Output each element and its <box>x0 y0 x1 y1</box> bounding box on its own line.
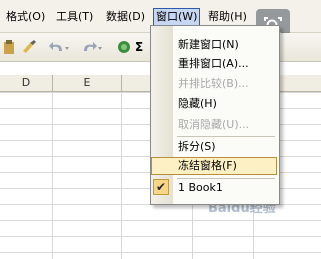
menu-data[interactable]: 数据(D) <box>104 9 147 25</box>
column-header-e[interactable]: E <box>53 75 122 91</box>
menu-item-compare-side-by-side[interactable]: 并排比较(B)... <box>178 76 249 92</box>
menu-format[interactable]: 格式(O) <box>4 9 47 25</box>
redo-icon[interactable] <box>80 39 102 55</box>
menu-window[interactable]: 窗口(W) <box>153 8 201 26</box>
column-header-d[interactable]: D <box>0 75 53 91</box>
menu-item-new-window[interactable]: 新建窗口(N) <box>178 37 239 53</box>
menu-icon-strip <box>151 26 173 204</box>
menu-separator <box>177 136 275 137</box>
menu-item-freeze-panes[interactable]: 冻结窗格(F) <box>178 158 237 174</box>
menu-separator <box>177 178 275 179</box>
menu-item-hide[interactable]: 隐藏(H) <box>178 96 217 112</box>
window-menu-dropdown: 新建窗口(N) 重排窗口(A)... 并排比较(B)... 隐藏(H) 取消隐藏… <box>150 25 280 205</box>
menu-item-unhide[interactable]: 取消隐藏(U)... <box>178 117 249 133</box>
menu-item-book1[interactable]: 1 Book1 <box>178 180 223 196</box>
check-icon: ✔ <box>153 179 169 195</box>
grid-line <box>121 92 122 259</box>
grid-line <box>52 92 53 259</box>
menu-tools[interactable]: 工具(T) <box>54 9 95 25</box>
undo-icon[interactable] <box>48 39 70 55</box>
hyperlink-icon[interactable] <box>116 39 132 55</box>
menu-item-split[interactable]: 拆分(S) <box>178 139 216 155</box>
menu-item-arrange[interactable]: 重排窗口(A)... <box>178 56 249 72</box>
menu-help[interactable]: 帮助(H) <box>206 9 249 25</box>
paste-icon[interactable] <box>2 39 16 55</box>
autosum-icon[interactable]: Σ <box>135 39 149 55</box>
format-painter-icon[interactable] <box>20 39 38 55</box>
